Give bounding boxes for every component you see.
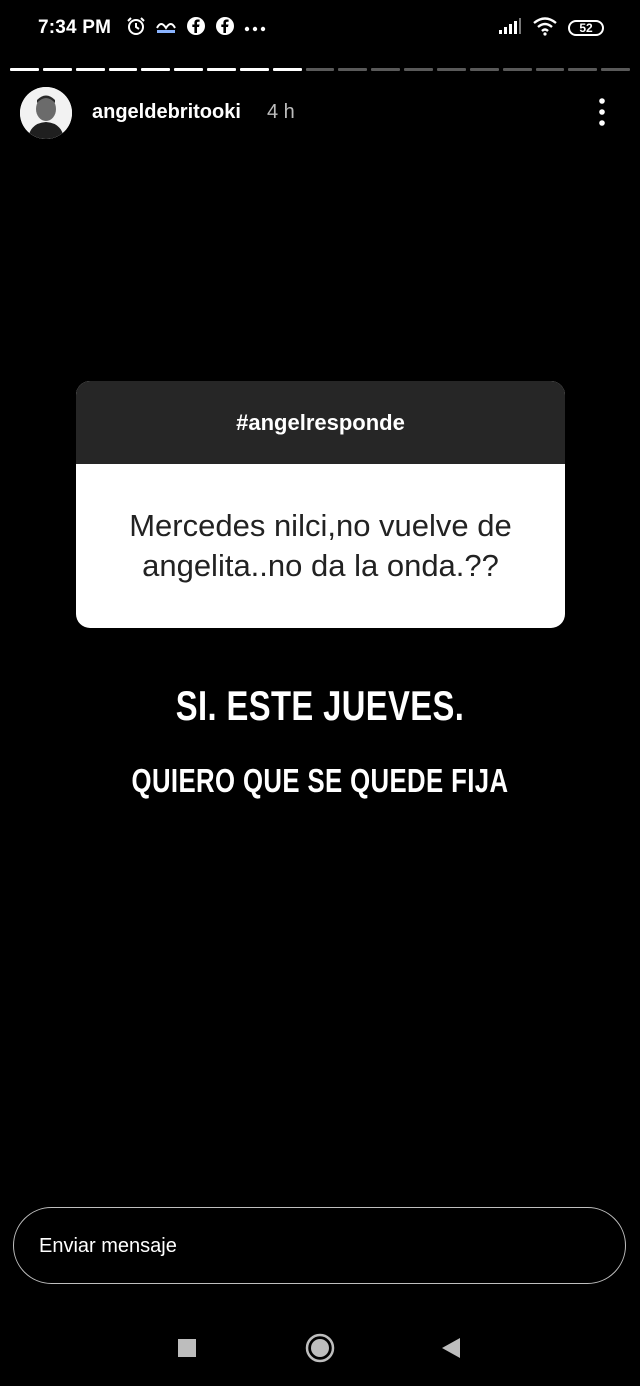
- home-button[interactable]: [305, 1333, 335, 1368]
- question-text: Mercedes nilci,no vuelve de angelita..no…: [129, 508, 512, 583]
- more-notifications-icon: [244, 19, 266, 37]
- progress-segment: [436, 68, 466, 71]
- signal-icon: [498, 17, 522, 40]
- home-circle-icon: [305, 1333, 335, 1367]
- status-time: 7:34 PM: [38, 17, 112, 38]
- battery-level: 52: [579, 21, 593, 35]
- more-options-icon[interactable]: [594, 97, 610, 127]
- send-message-input[interactable]: Enviar mensaje: [13, 1207, 626, 1284]
- question-sticker[interactable]: #angelresponde Mercedes nilci,no vuelve …: [76, 381, 565, 628]
- story-header: angeldebritooki 4 h: [20, 87, 620, 139]
- answer-line-2: QUIERO QUE SE QUEDE FIJA: [131, 762, 509, 799]
- progress-segment: [338, 68, 368, 71]
- answer-line-1: SI. ESTE JUEVES.: [175, 682, 465, 729]
- progress-segment: [10, 68, 39, 71]
- progress-segment: [75, 68, 105, 71]
- status-left-icons: [126, 16, 266, 41]
- progress-segment: [141, 68, 171, 71]
- story-progress-bar: [10, 68, 631, 71]
- progress-segment: [535, 68, 565, 71]
- progress-segment: [568, 68, 598, 71]
- progress-segment: [601, 68, 631, 71]
- progress-segment: [502, 68, 532, 71]
- battery-icon: 52: [568, 20, 604, 36]
- notification-icon: [155, 16, 177, 41]
- progress-segment: [371, 68, 401, 71]
- back-button[interactable]: [441, 1337, 461, 1364]
- wifi-icon: [532, 16, 558, 41]
- question-sticker-header: #angelresponde: [76, 381, 565, 464]
- progress-segment: [174, 68, 204, 71]
- send-message-placeholder: Enviar mensaje: [39, 1235, 177, 1257]
- system-nav-bar: [0, 1318, 640, 1378]
- progress-segment: [469, 68, 499, 71]
- progress-segment: [207, 68, 236, 71]
- status-right-icons: 52: [498, 16, 604, 40]
- alarm-icon: [126, 16, 146, 41]
- progress-segment: [272, 68, 302, 71]
- progress-segment: [239, 68, 269, 71]
- progress-segment: [305, 68, 335, 71]
- facebook-icon: [186, 16, 206, 41]
- time-ago: 4 h: [267, 101, 295, 123]
- square-icon: [177, 1339, 197, 1362]
- progress-segment: [42, 68, 72, 71]
- recents-button[interactable]: [177, 1338, 197, 1363]
- progress-segment: [108, 68, 138, 71]
- facebook-icon: [215, 16, 235, 41]
- username[interactable]: angeldebritooki: [92, 101, 241, 124]
- status-bar: 7:34 PM 52: [0, 0, 640, 58]
- progress-segment: [404, 68, 433, 71]
- back-triangle-icon: [441, 1338, 461, 1363]
- avatar[interactable]: [20, 87, 72, 139]
